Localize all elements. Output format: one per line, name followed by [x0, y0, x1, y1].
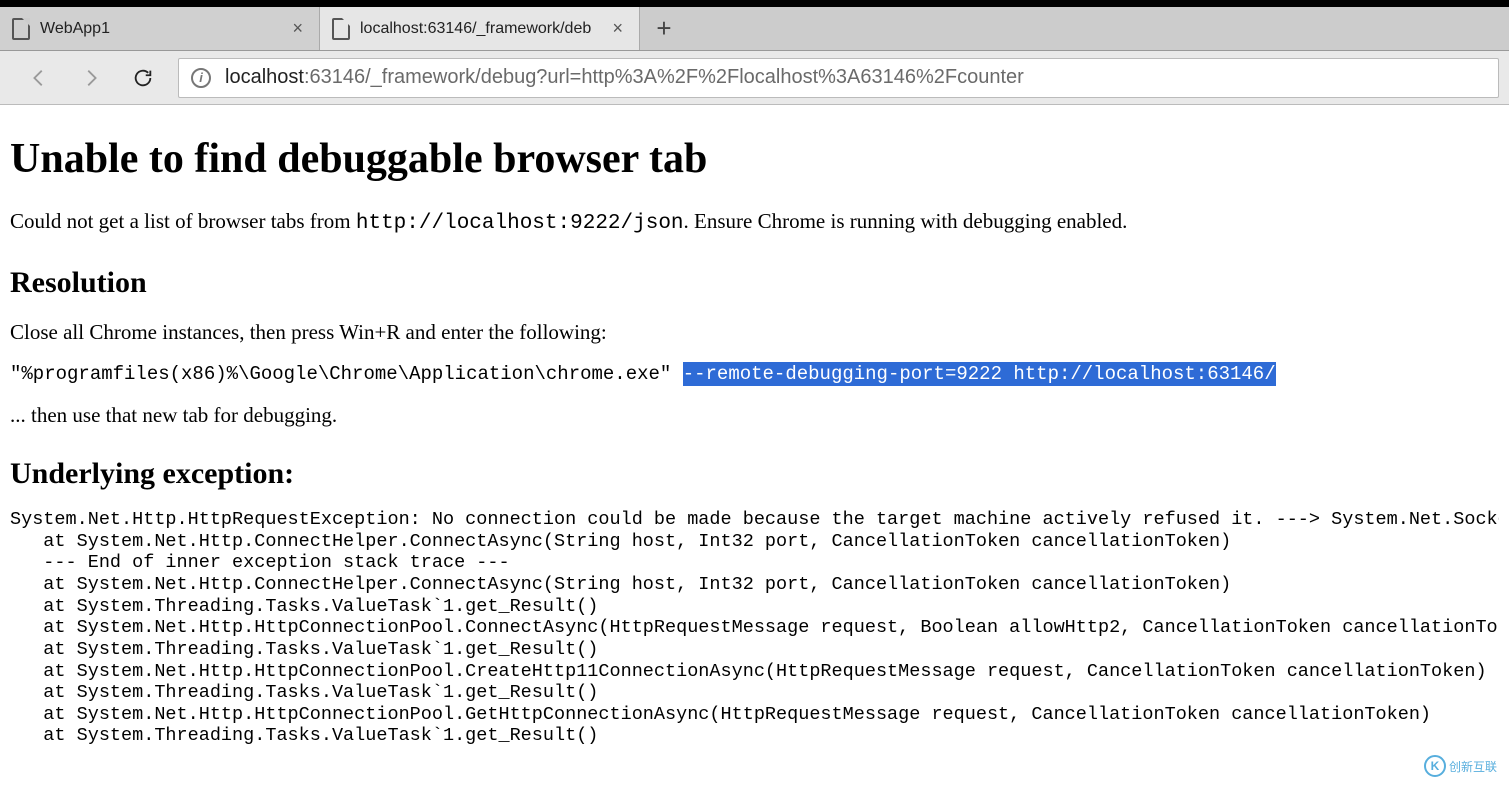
- back-button[interactable]: [22, 61, 56, 95]
- watermark-icon: K: [1424, 755, 1446, 777]
- tab-title: WebApp1: [40, 20, 288, 38]
- cmd-selected: --remote-debugging-port=9222 http://loca…: [683, 362, 1276, 386]
- address-bar[interactable]: i localhost:63146/_framework/debug?url=h…: [178, 58, 1499, 98]
- tab-title: localhost:63146/_framework/deb: [360, 20, 608, 38]
- resolution-outro: ... then use that new tab for debugging.: [10, 401, 1499, 429]
- error-description: Could not get a list of browser tabs fro…: [10, 207, 1499, 238]
- site-info-icon[interactable]: i: [191, 68, 211, 88]
- tab-debug-page[interactable]: localhost:63146/_framework/deb ×: [320, 7, 640, 50]
- forward-button[interactable]: [74, 61, 108, 95]
- close-icon[interactable]: ×: [288, 18, 307, 39]
- page-content: Unable to find debuggable browser tab Co…: [0, 105, 1509, 747]
- page-icon: [12, 18, 30, 40]
- url-host: localhost: [225, 66, 304, 88]
- refresh-icon: [132, 67, 154, 89]
- resolution-command: "%programfiles(x86)%\Google\Chrome\Appli…: [10, 363, 1499, 385]
- error-desc-prefix: Could not get a list of browser tabs fro…: [10, 209, 356, 233]
- window-top-border: [0, 0, 1509, 7]
- nav-bar: i localhost:63146/_framework/debug?url=h…: [0, 51, 1509, 105]
- error-desc-suffix: . Ensure Chrome is running with debuggin…: [684, 209, 1128, 233]
- plus-icon: +: [656, 13, 671, 44]
- close-icon[interactable]: ×: [608, 18, 627, 39]
- resolution-intro: Close all Chrome instances, then press W…: [10, 318, 1499, 346]
- exception-heading: Underlying exception:: [10, 457, 1499, 491]
- page-icon: [332, 18, 350, 40]
- resolution-heading: Resolution: [10, 266, 1499, 300]
- page-title: Unable to find debuggable browser tab: [10, 135, 1499, 183]
- stack-trace: System.Net.Http.HttpRequestException: No…: [10, 509, 1499, 747]
- tab-webapp1[interactable]: WebApp1 ×: [0, 7, 320, 50]
- error-url-code: http://localhost:9222/json: [356, 212, 684, 235]
- watermark-text: 创新互联: [1449, 758, 1497, 775]
- refresh-button[interactable]: [126, 61, 160, 95]
- url-rest: :63146/_framework/debug?url=http%3A%2F%2…: [304, 66, 1024, 88]
- tabs-bar: WebApp1 × localhost:63146/_framework/deb…: [0, 7, 1509, 51]
- cmd-unselected: "%programfiles(x86)%\Google\Chrome\Appli…: [10, 363, 683, 385]
- new-tab-button[interactable]: +: [640, 7, 688, 50]
- url-text: localhost:63146/_framework/debug?url=htt…: [225, 66, 1024, 89]
- watermark: K 创新互联: [1420, 753, 1501, 779]
